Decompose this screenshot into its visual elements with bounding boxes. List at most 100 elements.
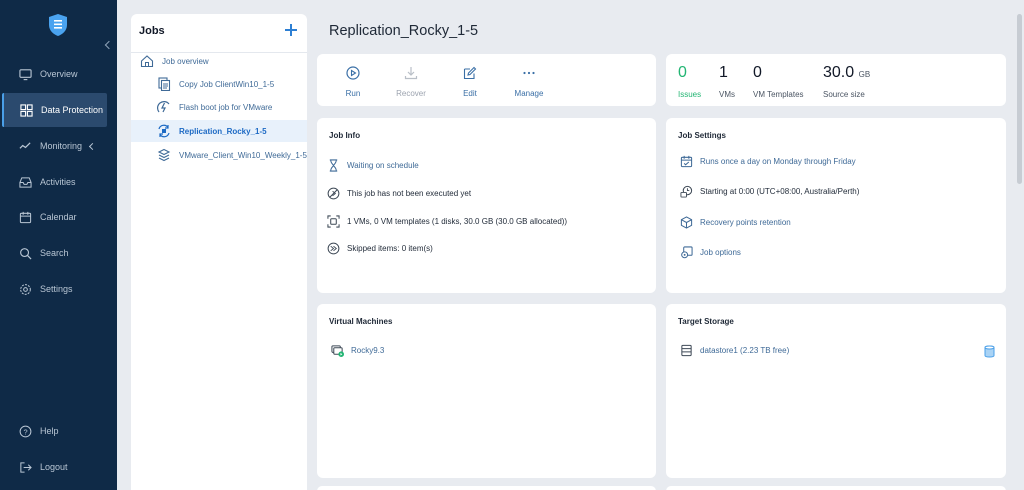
job-status-link[interactable]: Waiting on schedule (327, 159, 419, 172)
vm-item[interactable]: Rocky9.3 (331, 344, 384, 357)
action-label: Run (345, 89, 361, 98)
nav-calendar[interactable]: Calendar (0, 200, 117, 234)
card-title: Job Info (329, 131, 361, 140)
help-icon: ? (19, 425, 32, 437)
add-job-button[interactable] (284, 23, 298, 37)
inbox-icon (19, 176, 32, 188)
target-storage-card: Target Storage datastore1 (2.23 TB free) (666, 304, 1006, 478)
retention-icon (680, 216, 693, 229)
download-icon (404, 67, 418, 80)
tree-item-job[interactable]: Copy Job ClientWin10_1-5 (157, 73, 274, 95)
clock-icon (680, 185, 693, 198)
hourglass-icon (329, 159, 338, 172)
schedule-icon (680, 155, 693, 168)
nav-label: Activities (40, 177, 76, 187)
flash-boot-icon (157, 101, 170, 113)
nav-search[interactable]: Search (0, 236, 117, 270)
datastore-item[interactable]: datastore1 (2.23 TB free) (680, 344, 789, 357)
job-options-link[interactable]: Job options (680, 246, 741, 259)
row-text: Recovery points retention (700, 218, 791, 227)
row-text: 1 VMs, 0 VM templates (1 disks, 30.0 GB … (347, 217, 568, 226)
grid-icon (20, 103, 33, 117)
tree-item-label: VMware_Client_Win10_Weekly_1-5 (179, 150, 307, 160)
edit-button[interactable]: Edit (445, 54, 495, 104)
nav-label: Monitoring (40, 141, 83, 151)
sidebar: Overview Data Protection Monitoring Acti… (0, 0, 117, 490)
card-partial (317, 486, 656, 490)
nav-label: Settings (40, 284, 73, 294)
card-title: Target Storage (678, 317, 734, 326)
collapse-icon[interactable] (104, 40, 114, 50)
logout-icon (20, 461, 32, 473)
retention-link[interactable]: Recovery points retention (680, 216, 791, 229)
more-icon (523, 71, 535, 75)
stat-value: 1 (719, 64, 728, 81)
database-status-icon[interactable] (984, 345, 995, 358)
stat-value: 30.0 GB (823, 64, 870, 84)
row-text: datastore1 (2.23 TB free) (700, 346, 790, 355)
action-label: Recover (396, 89, 426, 98)
tree-item-job[interactable]: VMware_Client_Win10_Weekly_1-5 (157, 144, 307, 166)
row-text: Runs once a day on Monday through Friday (700, 157, 856, 166)
schedule-link[interactable]: Runs once a day on Monday through Friday (680, 155, 856, 168)
tree-item-label: Replication_Rocky_1-5 (179, 126, 267, 136)
nav-monitoring[interactable]: Monitoring (0, 129, 117, 163)
stats-card: 0 Issues 1 VMs 0 VM Templates 30.0 GB So… (666, 54, 1006, 106)
nav-label: Help (40, 426, 59, 436)
search-icon (20, 247, 32, 259)
copy-job-icon (158, 77, 171, 91)
app-logo-icon[interactable] (48, 13, 68, 37)
stat-label: Source size (823, 90, 865, 99)
edit-icon (463, 66, 477, 80)
no-run-icon (327, 187, 340, 200)
actions-card: Run Recover Edit Manage (317, 54, 656, 106)
action-label: Manage (514, 89, 544, 98)
datastore-icon (681, 344, 692, 357)
stat-label: VMs (719, 90, 735, 99)
nav-data-protection[interactable]: Data Protection (2, 93, 107, 127)
nav-label: Data Protection (41, 105, 104, 115)
vm-running-icon (331, 345, 344, 357)
calendar-icon (19, 211, 32, 223)
job-scope: 1 VMs, 0 VM templates (1 disks, 30.0 GB … (327, 215, 567, 228)
stat-label: VM Templates (753, 90, 804, 99)
action-label: Edit (463, 89, 477, 98)
skipped-items: Skipped items: 0 item(s) (327, 242, 433, 255)
nav-label: Search (40, 248, 69, 258)
recover-button[interactable]: Recover (386, 54, 436, 104)
monitor-icon (19, 68, 32, 80)
play-icon (346, 66, 360, 80)
nav-settings[interactable]: Settings (0, 272, 117, 306)
nav-help[interactable]: ? Help (0, 414, 117, 448)
scrollbar[interactable] (1017, 14, 1022, 184)
run-button[interactable]: Run (328, 54, 378, 104)
replication-icon (158, 124, 170, 138)
tree-item-label: Job overview (162, 56, 209, 66)
vm-templates-stat: 0 VM Templates (753, 64, 804, 99)
row-text: Skipped items: 0 item(s) (347, 244, 433, 253)
tree-item-job-overview[interactable]: Job overview (140, 50, 209, 72)
nav-label: Calendar (40, 212, 77, 222)
card-partial (666, 486, 1006, 490)
nav-overview[interactable]: Overview (0, 57, 117, 91)
pulse-icon (19, 141, 31, 149)
nav-activities[interactable]: Activities (0, 165, 117, 199)
issues-stat[interactable]: 0 Issues (678, 64, 701, 99)
row-text: Rocky9.3 (351, 346, 385, 355)
row-text: This job has not been executed yet (347, 189, 472, 198)
tree-item-job[interactable]: Flash boot job for VMware (157, 96, 272, 118)
options-icon (681, 246, 693, 259)
vm-scan-icon (327, 215, 340, 228)
nav-label: Overview (40, 69, 78, 79)
nav-logout[interactable]: Logout (0, 450, 117, 484)
home-icon (140, 55, 154, 68)
row-text: Job options (700, 248, 741, 257)
tree-item-job[interactable]: Replication_Rocky_1-5 (131, 120, 307, 142)
gear-icon (20, 283, 31, 295)
stat-number: 30.0 (823, 64, 855, 81)
manage-button[interactable]: Manage (504, 54, 554, 104)
jobs-title: Jobs (139, 25, 165, 37)
page-title: Replication_Rocky_1-5 (329, 23, 479, 39)
job-settings-card: Job Settings Runs once a day on Monday t… (666, 118, 1006, 293)
stat-label: Issues (678, 90, 702, 99)
